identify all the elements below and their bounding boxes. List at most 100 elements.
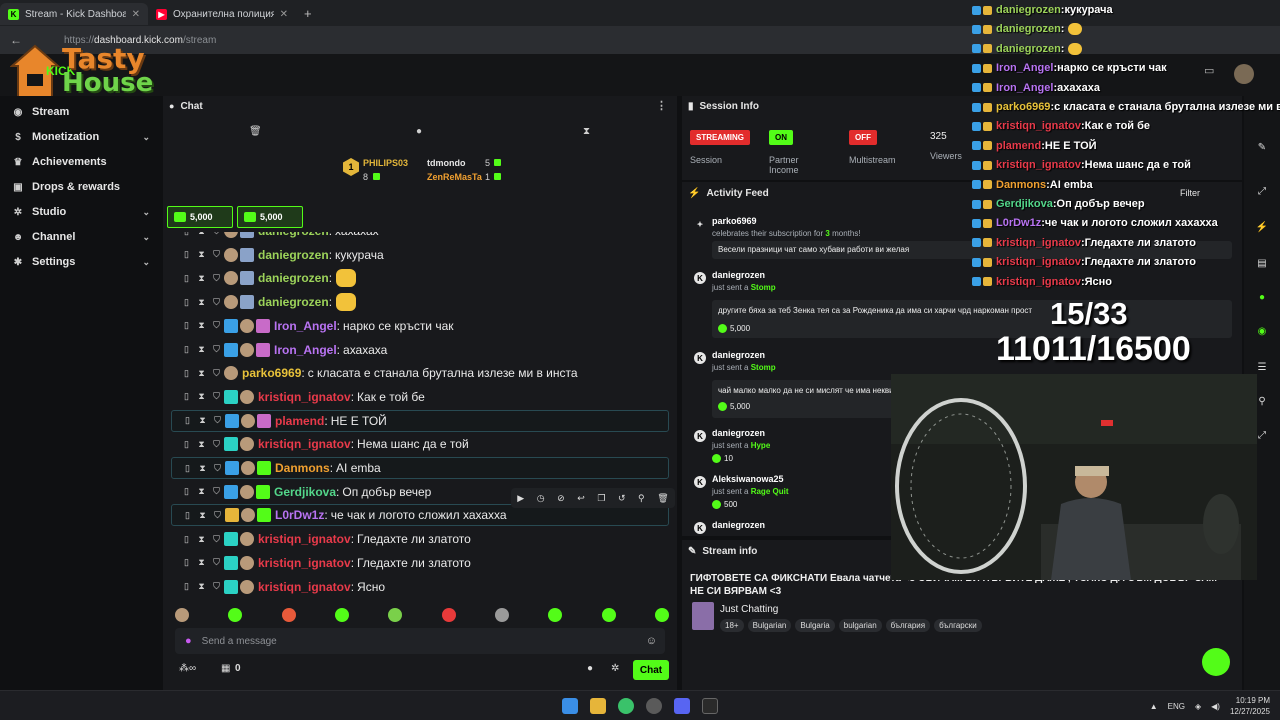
feed-user[interactable]: daniegrozen <box>712 270 765 280</box>
chat-bubble-icon[interactable]: ● <box>587 663 593 674</box>
timeout-icon[interactable]: ⧗ <box>194 273 209 284</box>
ban-icon[interactable]: ⛉ <box>209 486 224 497</box>
chat-username[interactable]: kristiqn_ignatov <box>258 556 351 570</box>
delete-icon[interactable]: ▯ <box>179 439 194 450</box>
emote-icon[interactable] <box>601 608 616 622</box>
volume-icon[interactable]: ◀) <box>1211 702 1220 711</box>
chat-username[interactable]: kristiqn_ignatov <box>258 532 351 546</box>
emoji-icon[interactable]: ☺ <box>646 635 657 647</box>
sidebar-item-drops[interactable]: ▣ Drops & rewards <box>12 176 152 198</box>
emote-icon[interactable] <box>281 608 296 622</box>
chat-username[interactable]: kristiqn_ignatov <box>258 437 351 451</box>
discord-icon[interactable] <box>674 698 690 714</box>
feed-user[interactable]: daniegrozen <box>712 350 765 360</box>
timeout-icon[interactable]: ⧗ <box>194 486 209 497</box>
emote-icon[interactable] <box>494 608 509 622</box>
pin-icon[interactable]: ⚲ <box>1255 396 1269 407</box>
ban-icon[interactable]: ⛉ <box>210 510 225 521</box>
timeout-icon[interactable]: ⧗ <box>194 249 209 260</box>
emote-icon[interactable] <box>441 608 456 622</box>
ban-icon[interactable]: ⛉ <box>209 232 224 237</box>
store-icon[interactable]: ▦ <box>221 663 230 674</box>
chat-username[interactable]: parko6969 <box>242 366 301 380</box>
close-tab-icon[interactable]: ✕ <box>280 9 288 20</box>
list-icon[interactable]: ☰ <box>1255 362 1269 373</box>
trash-icon[interactable]: 🗑 <box>249 126 262 137</box>
delete-icon[interactable]: ▯ <box>180 510 195 521</box>
delete-icon[interactable]: ▯ <box>179 273 194 284</box>
ban-icon[interactable]: ⊘ <box>557 493 565 504</box>
help-button[interactable] <box>1202 648 1230 676</box>
ban-icon[interactable]: ⛉ <box>209 344 224 355</box>
gifter-name[interactable]: tdmondo <box>427 158 466 168</box>
expand-icon[interactable]: ⤢ <box>1255 430 1269 441</box>
chevron-up-icon[interactable]: ▲ <box>1150 702 1158 711</box>
chat-message[interactable]: ▯ ⧗ ⛉ plamend: НЕ Е ТОЙ <box>171 409 669 432</box>
kick-pill[interactable]: 5,000 <box>167 206 233 228</box>
ban-icon[interactable]: ⛉ <box>209 534 224 545</box>
chat-bubble-icon[interactable]: ● <box>416 126 422 137</box>
delete-icon[interactable]: ▯ <box>179 320 194 331</box>
chat-username[interactable]: kristiqn_ignatov <box>258 390 351 404</box>
hourglass-icon[interactable]: ⧗ <box>583 126 590 137</box>
message-input[interactable]: Send a message <box>202 636 277 647</box>
broadcast-icon[interactable]: ◉ <box>1255 326 1269 337</box>
trash-icon[interactable]: 🗑 <box>657 493 668 504</box>
timeout-icon[interactable]: ⧗ <box>195 510 210 521</box>
ban-icon[interactable]: ⛉ <box>210 463 225 474</box>
chat-username[interactable]: kristiqn_ignatov <box>258 580 351 594</box>
sidebar-item-settings[interactable]: ✱ Settings ⌄ <box>12 251 152 273</box>
chat-message[interactable]: ▯ ⧗ ⛉ kristiqn_ignatov: Ясно <box>171 576 669 598</box>
timeout-icon[interactable]: ⧗ <box>194 368 209 379</box>
feed-user[interactable]: Aleksiwanowa25 <box>712 474 784 484</box>
delete-icon[interactable]: ▯ <box>179 534 194 545</box>
clock[interactable]: 10:19 PM 12/27/2025 <box>1230 695 1270 717</box>
chat-message[interactable]: ▯ ⧗ ⛉ daniegrozen: <box>171 291 669 313</box>
delete-icon[interactable]: ▯ <box>179 249 194 260</box>
timeout-icon[interactable]: ⧗ <box>194 297 209 308</box>
settings-icon[interactable]: ✲ <box>611 663 619 674</box>
delete-icon[interactable]: ▯ <box>180 463 195 474</box>
chat-message[interactable]: ▯ ⧗ ⛉ Danmons: AI emba <box>171 457 669 479</box>
timeout-icon[interactable]: ⧗ <box>194 439 209 450</box>
delete-icon[interactable]: ▯ <box>179 232 194 237</box>
delete-icon[interactable]: ▯ <box>180 415 195 426</box>
language[interactable]: ENG <box>1168 702 1185 711</box>
tag[interactable]: 18+ <box>720 619 744 632</box>
chat-username[interactable]: Danmons <box>275 461 330 475</box>
reply-icon[interactable]: ↩ <box>577 493 585 504</box>
emote-icon[interactable] <box>228 608 243 622</box>
terminal-icon[interactable] <box>702 698 718 714</box>
undo-icon[interactable]: ↺ <box>618 493 626 504</box>
chat-message[interactable]: ▯ ⧗ ⛉ kristiqn_ignatov: Нема шанс да е той <box>171 433 669 455</box>
chat-username[interactable]: Iron_Angel <box>274 343 337 357</box>
chat-message[interactable]: ▯ ⧗ ⛉ daniegrozen: <box>171 267 669 289</box>
play-icon[interactable]: ▶ <box>517 493 524 504</box>
emote-icon[interactable] <box>175 608 189 622</box>
emote-icon[interactable] <box>654 608 669 622</box>
close-tab-icon[interactable]: ✕ <box>132 9 140 20</box>
chat-message[interactable]: ▯ ⧗ ⛉ parko6969: с класата е станала бруталн… <box>171 362 669 384</box>
sidebar-item-monetization[interactable]: $ Monetization ⌄ <box>12 126 152 148</box>
microphone-icon[interactable]: ● <box>185 635 192 647</box>
ban-icon[interactable]: ⛉ <box>209 368 224 379</box>
chat-message[interactable]: ▯ ⧗ ⛉ Iron_Angel: нарко се кръсти чак <box>171 315 669 337</box>
timeout-icon[interactable]: ⧗ <box>195 463 210 474</box>
chat-username[interactable]: plamend <box>275 414 324 428</box>
tag[interactable]: bulgarian <box>838 619 882 632</box>
new-tab-button[interactable]: + <box>296 6 320 21</box>
clock-icon[interactable]: ◷ <box>537 493 545 504</box>
delete-icon[interactable]: ▯ <box>179 486 194 497</box>
sidebar-item-channel[interactable]: ☻ Channel ⌄ <box>12 226 152 248</box>
tag[interactable]: Bulgarian <box>747 619 792 632</box>
chat-icon[interactable]: ● <box>1255 292 1269 303</box>
category-name[interactable]: Just Chatting <box>720 604 778 615</box>
pin-icon[interactable]: ⚲ <box>638 493 645 504</box>
chat-username[interactable]: daniegrozen <box>258 271 329 285</box>
timeout-icon[interactable]: ⧗ <box>194 232 209 237</box>
timeout-icon[interactable]: ⧗ <box>194 391 209 402</box>
timeout-icon[interactable]: ⧗ <box>194 581 209 592</box>
copy-icon[interactable]: ❐ <box>597 493 605 504</box>
file-explorer-icon[interactable] <box>590 698 606 714</box>
ban-icon[interactable]: ⛉ <box>210 415 225 426</box>
